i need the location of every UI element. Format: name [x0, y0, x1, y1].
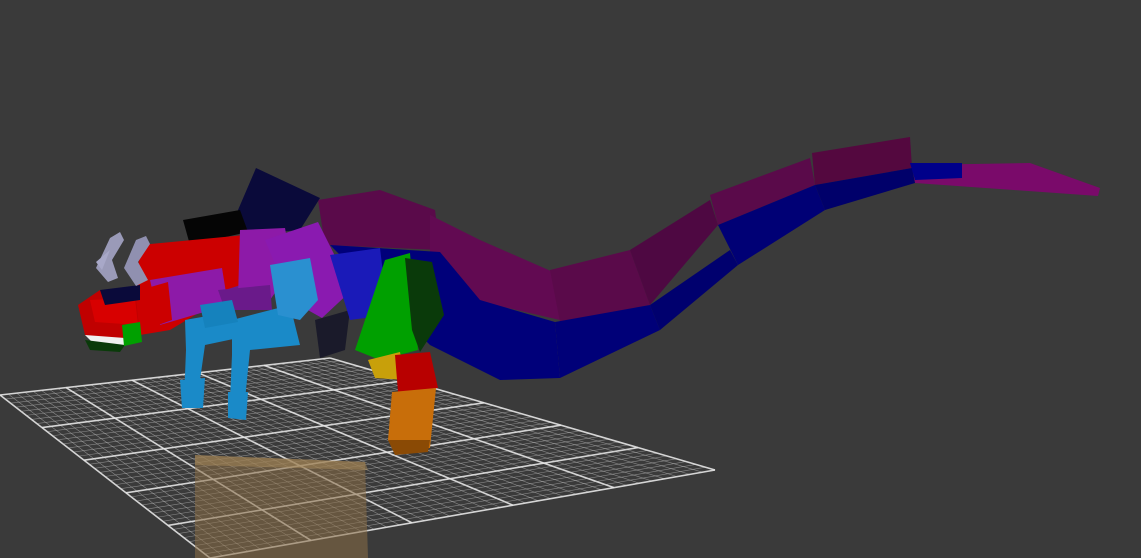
grid-line — [296, 361, 665, 480]
dragon-tail[interactable] — [318, 137, 1100, 380]
ground-block — [195, 455, 368, 558]
3d-viewport[interactable] — [0, 0, 1141, 558]
scene-canvas[interactable] — [0, 0, 1141, 558]
